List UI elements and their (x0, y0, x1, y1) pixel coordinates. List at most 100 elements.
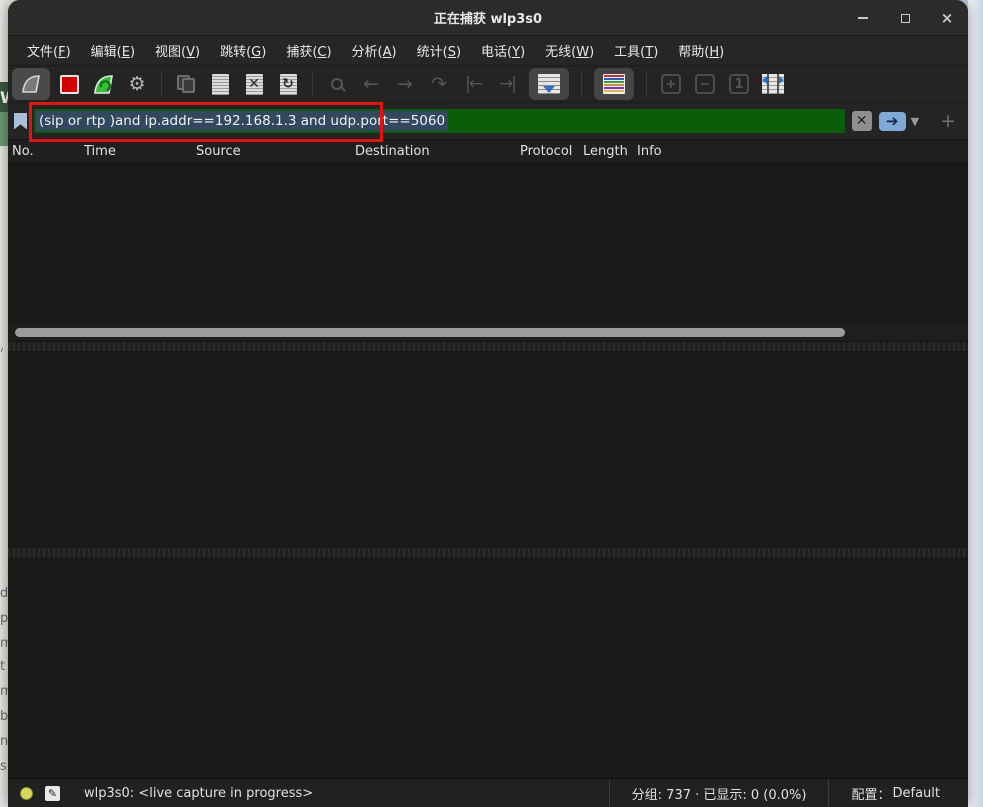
colorize-button[interactable] (594, 68, 634, 100)
menu-capture[interactable]: 捕获(C) (277, 37, 340, 64)
open-file-icon (177, 75, 195, 93)
filter-dropdown-caret[interactable]: ▼ (911, 115, 919, 128)
maximize-button[interactable] (896, 9, 914, 27)
go-forward-button[interactable]: → (390, 69, 420, 99)
desktop-text-fragment: W (0, 88, 8, 107)
capture-status-text: wlp3s0: <live capture in progress> (84, 786, 313, 801)
desktop-edge-left: W៸〈dpmtmbns (0, 0, 8, 807)
filter-toolbar: (sip or rtp )and ip.addr==192.168.1.3 an… (8, 103, 968, 140)
packet-stats-text: 分组: 737 · 已显示: 0 (0.0%) (632, 784, 807, 803)
auto-scroll-icon (538, 74, 560, 94)
capture-comment-icon[interactable]: ✎ (45, 786, 60, 801)
display-filter-input[interactable]: (sip or rtp )and ip.addr==192.168.1.3 an… (34, 109, 845, 133)
scrollbar-thumb[interactable] (15, 328, 845, 337)
menu-go[interactable]: 跳转(G) (211, 37, 275, 64)
goto-arrow-icon: ↷ (431, 75, 447, 94)
maximize-icon (901, 14, 910, 23)
zoom-in-button[interactable]: + (656, 69, 686, 99)
auto-scroll-button[interactable] (529, 68, 569, 100)
profile-label: 配置： (851, 784, 890, 803)
back-arrow-icon: ← (363, 75, 379, 94)
capture-options-button[interactable]: ⚙ (122, 69, 152, 99)
toolbar-separator (312, 72, 313, 96)
add-filter-button[interactable]: + (940, 110, 956, 132)
window-title: 正在捕获 wlp3s0 (434, 8, 542, 27)
zoom-out-icon: − (695, 74, 715, 94)
menu-edit[interactable]: 编辑(E) (82, 37, 144, 64)
save-file-button[interactable] (205, 69, 235, 99)
menu-telephony[interactable]: 电话(Y) (472, 37, 534, 64)
filter-selected-text: (sip or rtp )and ip.addr==192.168.1.3 an… (36, 111, 448, 131)
go-first-packet-button[interactable]: |← (458, 69, 488, 99)
toolbar-separator (581, 72, 582, 96)
resize-columns-button[interactable] (758, 69, 788, 99)
menu-help[interactable]: 帮助(H) (669, 37, 733, 64)
last-packet-icon: →| (499, 74, 515, 94)
open-file-button[interactable] (171, 69, 201, 99)
search-icon (331, 78, 343, 90)
zoom-out-button[interactable]: − (690, 69, 720, 99)
menu-view[interactable]: 视图(V) (146, 37, 209, 64)
clear-filter-button[interactable]: ✕ (852, 111, 872, 131)
apply-filter-button[interactable]: ➔ (879, 112, 906, 131)
minimize-button[interactable] (854, 9, 872, 27)
shark-fin-icon (20, 73, 42, 95)
go-back-button[interactable]: ← (356, 69, 386, 99)
start-capture-button[interactable] (12, 68, 50, 100)
horizontal-scrollbar[interactable] (8, 325, 968, 340)
desktop-text-fragment: t (0, 659, 5, 674)
desktop-text-fragment: d (0, 586, 8, 601)
reload-file-button[interactable]: ↻ (273, 69, 303, 99)
pane-splitter[interactable] (8, 547, 968, 559)
column-header-no[interactable]: No. (8, 144, 80, 159)
restart-capture-button[interactable] (88, 69, 118, 99)
apply-arrow-icon: ➔ (886, 112, 899, 130)
packet-list-pane[interactable] (8, 164, 968, 341)
menu-file[interactable]: 文件(F) (18, 37, 80, 64)
stop-icon (60, 75, 79, 94)
zoom-in-icon: + (661, 74, 681, 94)
resize-columns-icon (762, 74, 784, 94)
zoom-normal-button[interactable]: 1 (724, 69, 754, 99)
find-packet-button[interactable] (322, 69, 352, 99)
profile-value: Default (893, 786, 941, 801)
column-header-time[interactable]: Time (80, 144, 192, 159)
packet-stats: 分组: 737 · 已显示: 0 (0.0%) (609, 779, 829, 807)
menu-analyze[interactable]: 分析(A) (343, 37, 406, 64)
reload-file-icon: ↻ (280, 74, 297, 95)
menu-tools[interactable]: 工具(T) (605, 37, 667, 64)
column-header-info[interactable]: Info (633, 144, 968, 159)
desktop-icon-fragment (0, 112, 8, 146)
menu-statistics[interactable]: 统计(S) (408, 37, 470, 64)
menubar: 文件(F) 编辑(E) 视图(V) 跳转(G) 捕获(C) 分析(A) 统计(S… (8, 36, 968, 66)
desktop-edge-right (968, 0, 983, 807)
stop-capture-button[interactable] (54, 69, 84, 99)
desktop-text-fragment: n (0, 734, 8, 749)
desktop-text-fragment: m (0, 684, 8, 699)
packet-detail-pane[interactable] (8, 352, 968, 547)
column-header-protocol[interactable]: Protocol (516, 144, 579, 159)
profile-section[interactable]: 配置： Default (828, 779, 968, 807)
forward-arrow-icon: → (397, 75, 413, 94)
desktop-text-fragment: ៸ (0, 338, 4, 356)
pane-splitter[interactable] (8, 341, 968, 352)
packet-list-header: No. Time Source Destination Protocol Len… (8, 140, 968, 164)
desktop-text-fragment: m (0, 636, 8, 651)
bookmark-icon[interactable] (14, 113, 27, 130)
titlebar[interactable]: 正在捕获 wlp3s0 × (8, 0, 968, 36)
menu-wireless[interactable]: 无线(W) (536, 37, 603, 64)
go-last-packet-button[interactable]: →| (492, 69, 522, 99)
close-file-button[interactable]: ✕ (239, 69, 269, 99)
close-button[interactable]: × (938, 9, 956, 27)
go-to-packet-button[interactable]: ↷ (424, 69, 454, 99)
column-header-destination[interactable]: Destination (351, 144, 516, 159)
zoom-normal-icon: 1 (729, 74, 749, 94)
column-header-source[interactable]: Source (192, 144, 351, 159)
column-header-length[interactable]: Length (579, 144, 633, 159)
desktop-text-fragment: p (0, 611, 8, 626)
expert-info-icon[interactable] (20, 787, 33, 800)
save-file-icon (212, 74, 229, 95)
toolbar-separator (161, 72, 162, 96)
restart-fin-icon (91, 72, 115, 96)
packet-bytes-pane[interactable] (8, 559, 968, 778)
